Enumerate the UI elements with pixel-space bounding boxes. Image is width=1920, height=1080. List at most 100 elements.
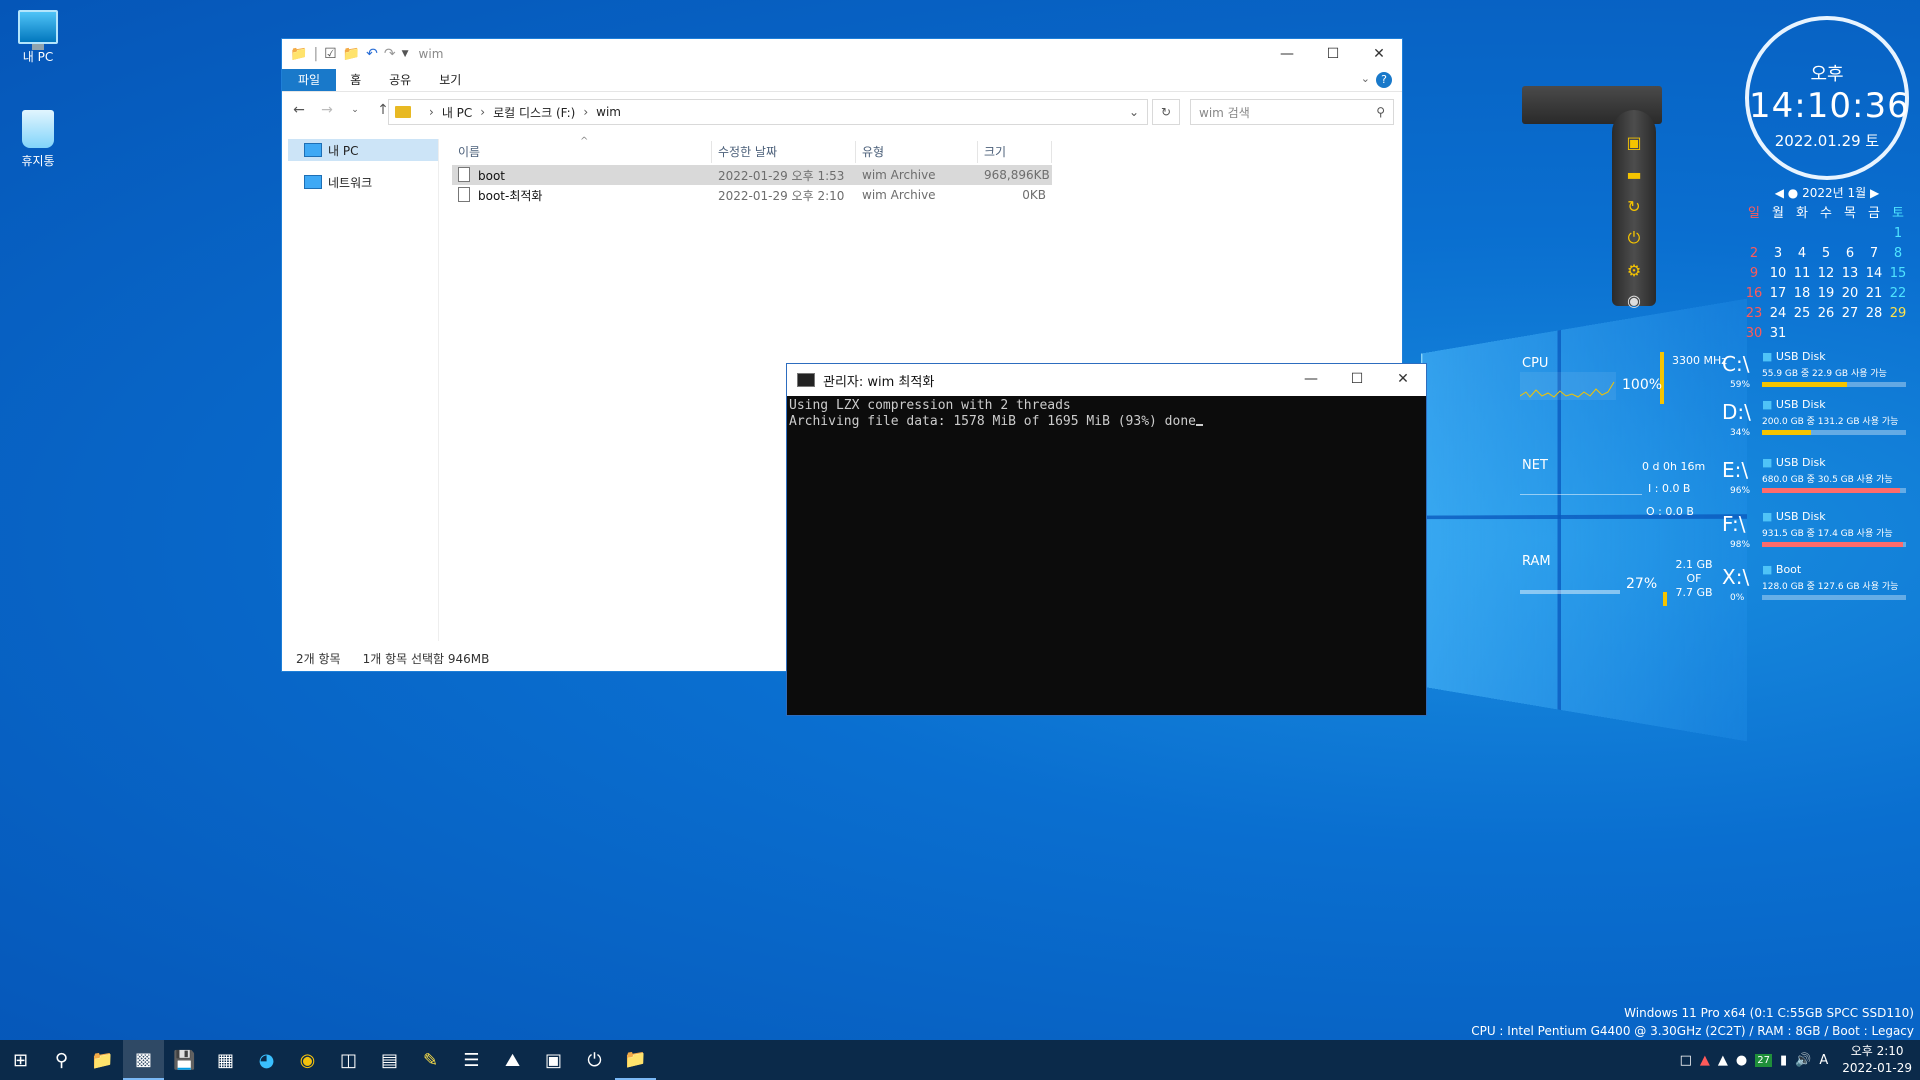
file-row[interactable]: boot 2022-01-29 오후 1:53 wim Archive 968,… [452, 165, 1052, 185]
calendar-day[interactable]: 11 [1790, 265, 1814, 282]
ime-indicator[interactable]: A [1819, 1053, 1828, 1068]
next-month-icon[interactable]: ▶ [1870, 186, 1879, 200]
file-explorer-icon[interactable]: 📁 [82, 1040, 123, 1080]
search-icon[interactable]: ⚲ [41, 1040, 82, 1080]
temperature-badge[interactable]: 27 [1755, 1053, 1772, 1067]
drive-item[interactable]: E:\ 96% ■ USB Disk 680.0 GB 중 30.5 GB 사용 가능 [1722, 456, 1908, 498]
calendar-day[interactable]: 12 [1814, 265, 1838, 282]
minimize-button[interactable]: — [1264, 39, 1310, 69]
calendar-day[interactable]: 24 [1766, 305, 1790, 322]
desktop-icon-my-pc[interactable]: 내 PC [6, 10, 70, 65]
monitor-icon[interactable]: ◫ [328, 1040, 369, 1080]
calendar-day[interactable]: 20 [1838, 285, 1862, 302]
calendar-day[interactable]: 3 [1766, 245, 1790, 262]
calendar-day[interactable]: 6 [1838, 245, 1862, 262]
calendar-day[interactable]: 30 [1742, 325, 1766, 342]
undo-icon[interactable]: ↶ [366, 46, 378, 62]
column-size[interactable]: 크기 [978, 141, 1052, 163]
calendar-day[interactable]: 14 [1862, 265, 1886, 282]
calendar-day[interactable]: 26 [1814, 305, 1838, 322]
customize-toolbar-icon[interactable]: ▼ [402, 49, 409, 59]
column-type[interactable]: 유형 [856, 141, 978, 163]
power-icon[interactable]: ⏻ [1624, 228, 1644, 248]
edge-browser-icon[interactable]: ◕ [246, 1040, 287, 1080]
calendar-day[interactable]: 4 [1790, 245, 1814, 262]
calendar-day[interactable]: 15 [1886, 265, 1910, 282]
archive-icon[interactable]: ▤ [369, 1040, 410, 1080]
breadcrumb-item[interactable]: 로컬 디스크 (F:) [493, 104, 575, 121]
calendar-day[interactable]: 28 [1862, 305, 1886, 322]
save-icon[interactable]: 💾 [164, 1040, 205, 1080]
calendar-day[interactable]: 7 [1862, 245, 1886, 262]
battery-icon[interactable]: ▮ [1780, 1053, 1787, 1068]
disc-icon[interactable]: ◉ [1624, 290, 1644, 310]
calendar-day[interactable]: 18 [1790, 285, 1814, 302]
calendar-day[interactable]: 22 [1886, 285, 1910, 302]
drive-icon[interactable]: ▬ [1624, 164, 1644, 184]
calendar-day[interactable]: 10 [1766, 265, 1790, 282]
calendar-day[interactable]: 19 [1814, 285, 1838, 302]
back-arrow-icon[interactable]: ← [290, 102, 308, 118]
usb-icon[interactable]: ▲ [1718, 1053, 1728, 1068]
nav-item-my-pc[interactable]: 내 PC [288, 139, 438, 161]
calendar-day[interactable]: 9 [1742, 265, 1766, 282]
calendar-day[interactable]: 8 [1886, 245, 1910, 262]
hardware-icon[interactable]: ▦ [205, 1040, 246, 1080]
warning-icon[interactable]: ▲ [1700, 1053, 1710, 1068]
drive-item[interactable]: F:\ 98% ■ USB Disk 931.5 GB 중 17.4 GB 사용 가능 [1722, 510, 1908, 552]
breadcrumb-item[interactable]: wim [596, 105, 621, 119]
network-icon[interactable]: □ [1680, 1053, 1692, 1068]
calendar-day[interactable]: 23 [1742, 305, 1766, 322]
chrome-browser-icon[interactable]: ◉ [287, 1040, 328, 1080]
paper-icon[interactable]: ☰ [451, 1040, 492, 1080]
calendar-day[interactable]: 21 [1862, 285, 1886, 302]
refresh-button[interactable]: ↻ [1152, 99, 1180, 125]
close-button[interactable]: ✕ [1380, 364, 1426, 394]
redo-icon[interactable]: ↷ [384, 46, 396, 62]
calendar-day[interactable]: 17 [1766, 285, 1790, 302]
image-viewer-icon[interactable]: ⛰ [492, 1040, 533, 1080]
calendar-day[interactable]: 2 [1742, 245, 1766, 262]
drive-item[interactable]: D:\ 34% ■ USB Disk 200.0 GB 중 131.2 GB 사용 가… [1722, 398, 1908, 440]
expand-ribbon-icon[interactable]: ⌄ [1361, 72, 1370, 85]
volume-icon[interactable]: 🔊 [1795, 1053, 1811, 1068]
chevron-down-icon[interactable]: ⌄ [1129, 105, 1139, 119]
calendar-day[interactable]: 25 [1790, 305, 1814, 322]
address-bar[interactable]: › 내 PC › 로컬 디스크 (F:) › wim ⌄ [388, 99, 1148, 125]
console-window[interactable]: 관리자: wim 최적화 — ☐ ✕ Using LZX compression… [786, 363, 1427, 716]
close-button[interactable]: ✕ [1356, 39, 1402, 69]
nav-item-network[interactable]: 네트워크 [282, 171, 438, 193]
taskbar-clock[interactable]: 오후 2:10 2022-01-29 [1842, 1043, 1912, 1077]
drive-item[interactable]: C:\ 59% ■ USB Disk 55.9 GB 중 22.9 GB 사용 가능 [1722, 350, 1908, 392]
power-tool-icon[interactable]: ⏻ [574, 1040, 615, 1080]
tab-share[interactable]: 공유 [375, 69, 425, 91]
breadcrumb-item[interactable]: 내 PC [442, 104, 472, 121]
tab-view[interactable]: 보기 [425, 69, 475, 91]
file-row[interactable]: boot-최적화 2022-01-29 오후 2:10 wim Archive … [452, 185, 1052, 205]
prev-month-icon[interactable]: ◀ [1775, 186, 1784, 200]
calendar-day[interactable]: 29 [1886, 305, 1910, 322]
restart-icon[interactable]: ↻ [1624, 196, 1644, 216]
notepad-icon[interactable]: ✎ [410, 1040, 451, 1080]
minimize-button[interactable]: — [1288, 364, 1334, 394]
explorer-title-bar[interactable]: 📁 | ☑ 📁 ↶ ↷ ▼ wim — ☐ ✕ [282, 39, 1402, 69]
desktop-icon-recycle-bin[interactable]: 휴지통 [6, 110, 70, 169]
calendar-day[interactable]: 13 [1838, 265, 1862, 282]
drive-item[interactable]: X:\ 0% ■ Boot 128.0 GB 중 127.6 GB 사용 가능 [1722, 563, 1908, 605]
calendar-day[interactable]: 16 [1742, 285, 1766, 302]
window-icon[interactable]: ▣ [1624, 132, 1644, 152]
new-folder-icon[interactable]: 📁 [343, 46, 360, 62]
calendar-day[interactable]: 1 [1886, 225, 1910, 242]
tab-home[interactable]: 홈 [336, 69, 375, 91]
start-button[interactable]: ⊞ [0, 1040, 41, 1080]
recent-locations-icon[interactable]: ⌄ [346, 105, 364, 115]
folder-icon[interactable]: 📁 [615, 1040, 656, 1080]
calendar-day[interactable]: 31 [1766, 325, 1790, 342]
maximize-button[interactable]: ☐ [1334, 364, 1380, 394]
tab-file[interactable]: 파일 [282, 69, 337, 91]
remote-desktop-icon[interactable]: ▣ [533, 1040, 574, 1080]
column-modified[interactable]: 수정한 날짜 [712, 141, 856, 163]
console-title-bar[interactable]: 관리자: wim 최적화 — ☐ ✕ [787, 364, 1426, 396]
search-input[interactable]: wim 검색 ⚲ [1190, 99, 1394, 125]
maximize-button[interactable]: ☐ [1310, 39, 1356, 69]
